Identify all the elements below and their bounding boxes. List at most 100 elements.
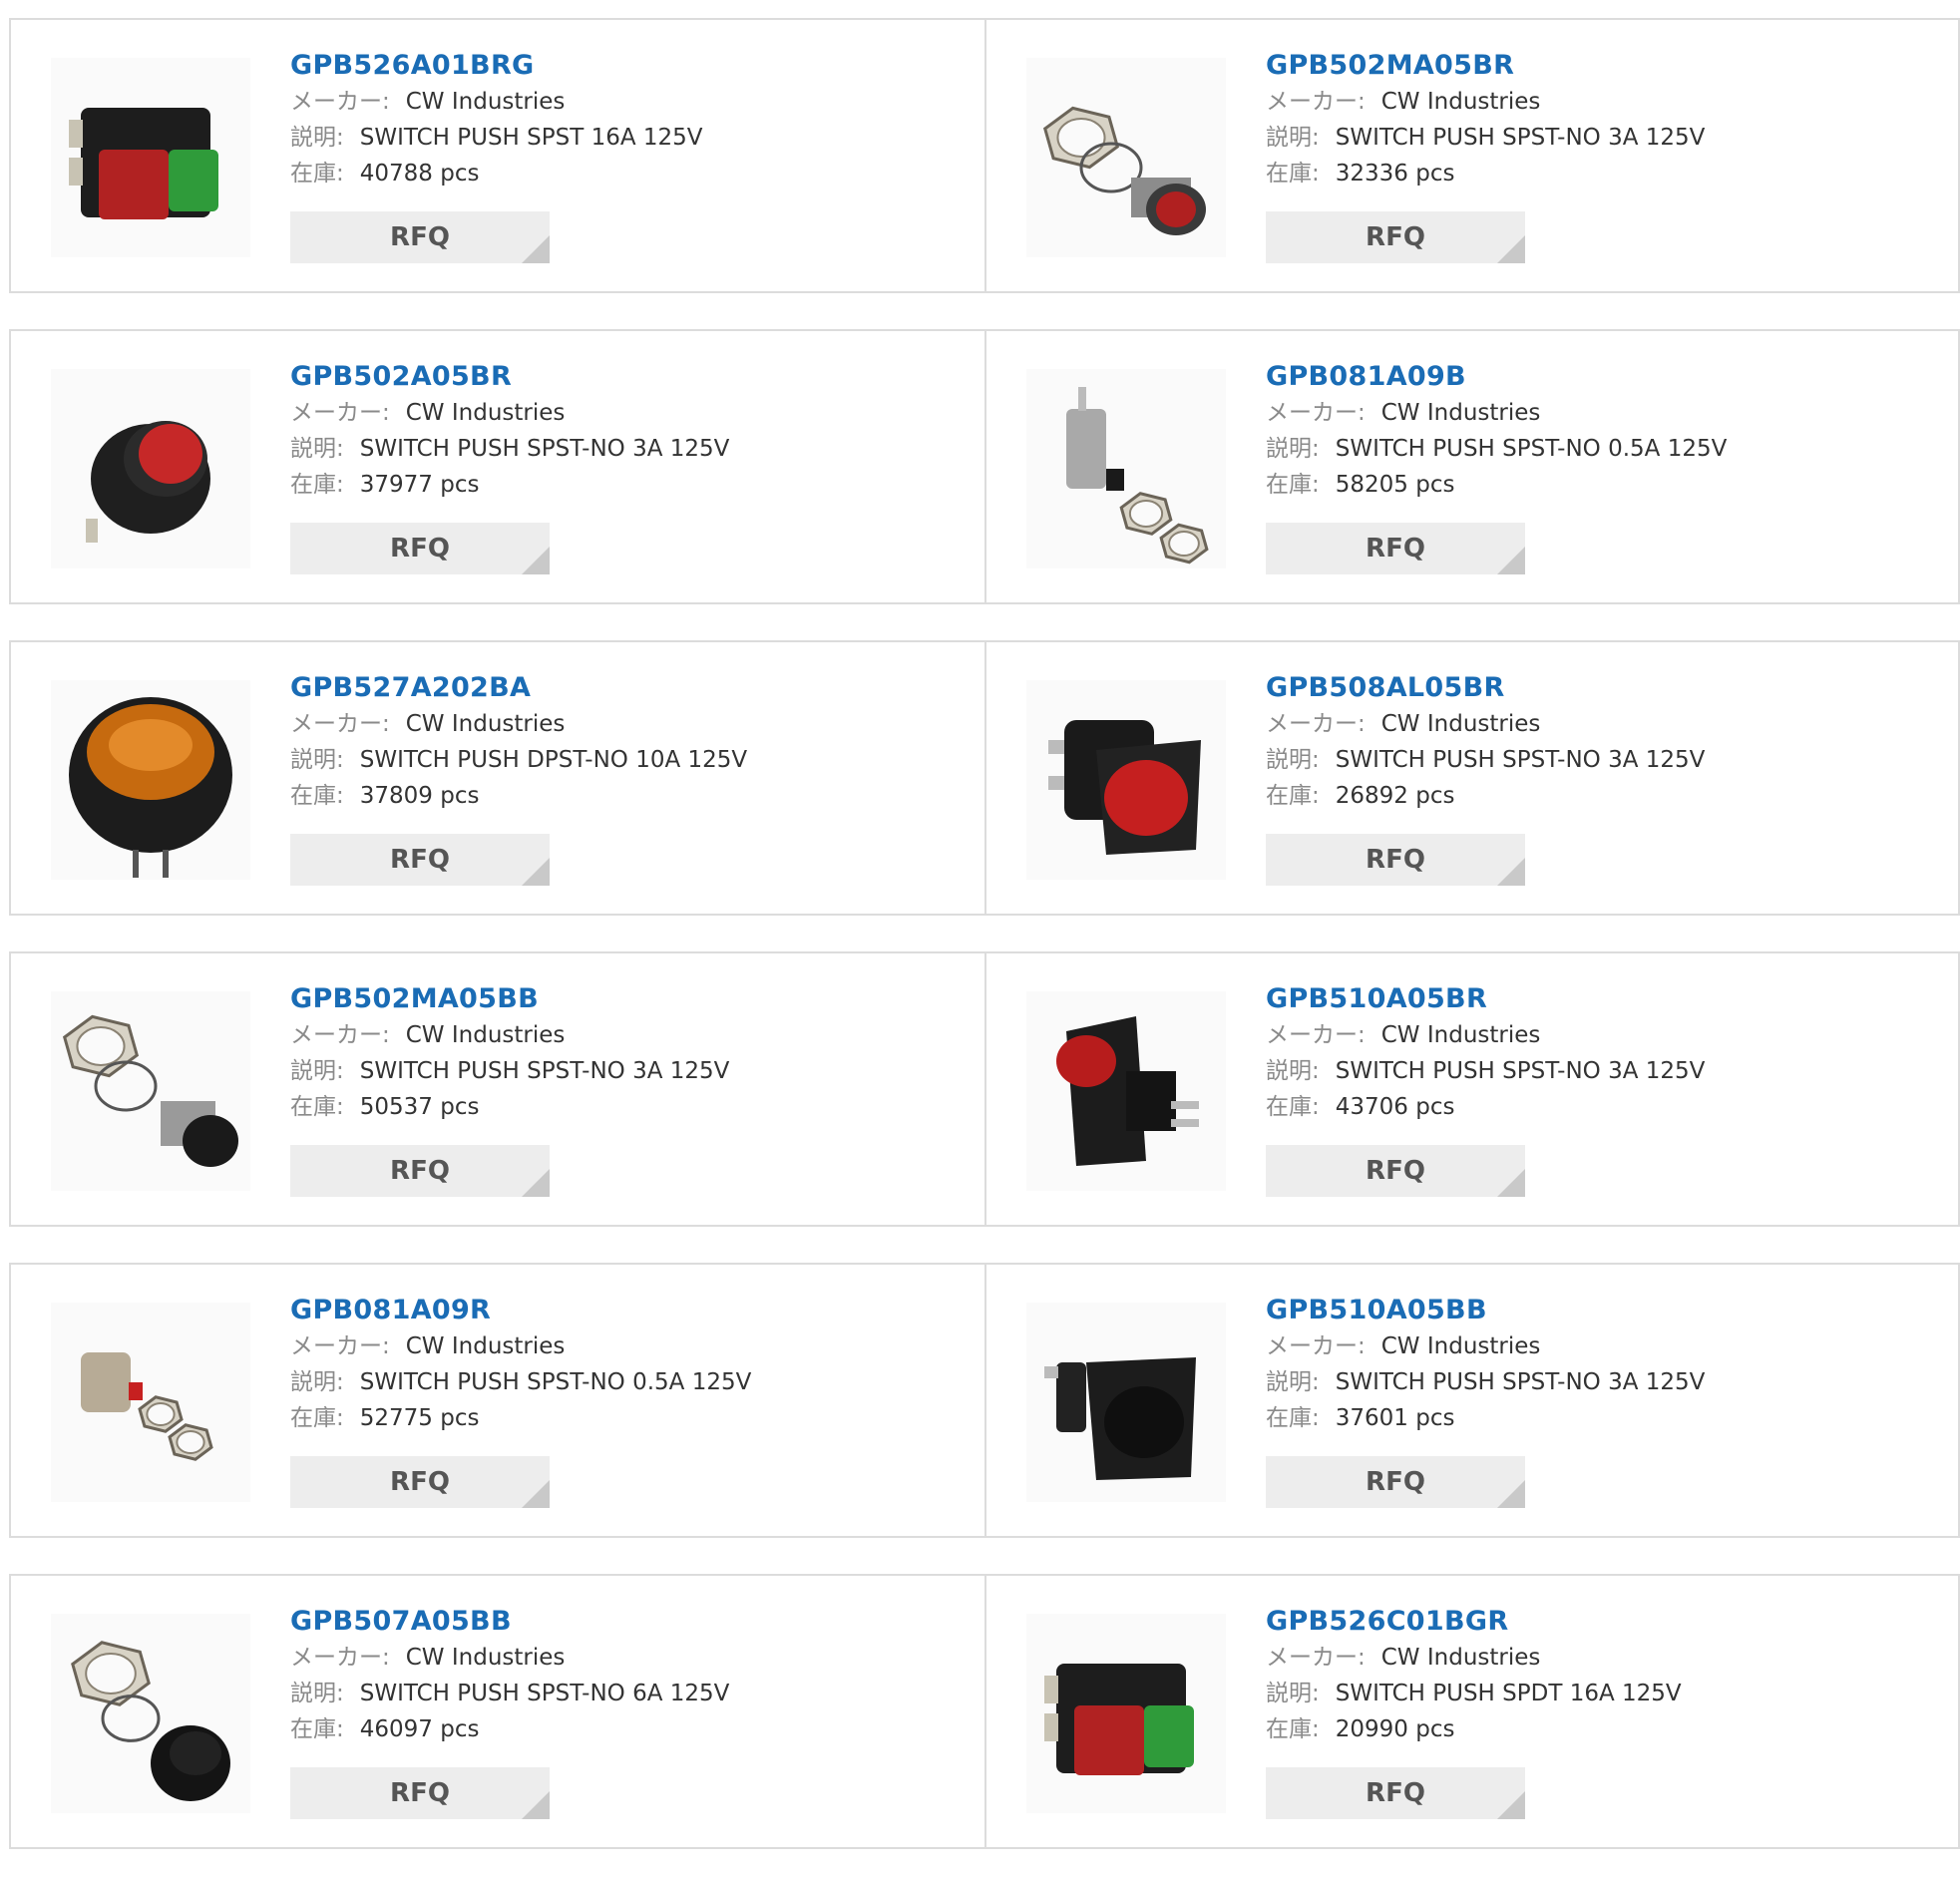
description-value: SWITCH PUSH SPST-NO 3A 125V: [359, 436, 730, 462]
maker-label: メーカー:: [1266, 89, 1366, 115]
product-image[interactable]: [1026, 369, 1226, 568]
product-image[interactable]: [51, 58, 250, 257]
rfq-button[interactable]: RFQ: [290, 1145, 550, 1197]
product-grid: GPB526A01BRG メーカー: CW Industries 説明: SWITC…: [9, 18, 1960, 1885]
rfq-button[interactable]: RFQ: [1266, 211, 1525, 263]
maker-line: メーカー: CW Industries: [290, 1640, 975, 1676]
description-line: 説明: SWITCH PUSH SPST-NO 3A 125V: [290, 431, 975, 467]
stock-line: 在庫: 40788 pcs: [290, 156, 975, 191]
stock-label: 在庫:: [1266, 472, 1320, 498]
rfq-button[interactable]: RFQ: [1266, 1767, 1525, 1819]
maker-label: メーカー:: [290, 1645, 390, 1671]
description-line: 説明: SWITCH PUSH SPST-NO 0.5A 125V: [1266, 431, 1948, 467]
switch-product-photo: [1044, 1357, 1196, 1480]
product-row: GPB507A05BB メーカー: CW Industries 説明: SWITCH…: [9, 1574, 1960, 1849]
rfq-button[interactable]: RFQ: [290, 1456, 550, 1508]
stock-line: 在庫: 43706 pcs: [1266, 1089, 1948, 1125]
product-image[interactable]: [1026, 680, 1226, 880]
stock-label: 在庫:: [290, 161, 344, 187]
description-label: 説明:: [1266, 1369, 1320, 1395]
part-number-link[interactable]: GPB502MA05BB: [290, 981, 975, 1017]
description-value: SWITCH PUSH SPST-NO 0.5A 125V: [359, 1369, 752, 1395]
part-number-link[interactable]: GPB081A09R: [290, 1293, 975, 1328]
product-image[interactable]: [51, 369, 250, 568]
rfq-corner-decoration: [522, 858, 550, 886]
description-line: 説明: SWITCH PUSH SPST-NO 3A 125V: [290, 1053, 975, 1089]
part-number-link[interactable]: GPB502A05BR: [290, 359, 975, 395]
rfq-corner-decoration: [522, 235, 550, 263]
rfq-label: RFQ: [1366, 1156, 1425, 1186]
rfq-button[interactable]: RFQ: [290, 211, 550, 263]
product-image[interactable]: [51, 680, 250, 880]
product-card: GPB081A09B メーカー: CW Industries 説明: SWITCH …: [984, 331, 1958, 602]
rfq-label: RFQ: [1366, 534, 1425, 564]
rfq-button[interactable]: RFQ: [290, 523, 550, 574]
rfq-corner-decoration: [1497, 1791, 1525, 1819]
maker-line: メーカー: CW Industries: [290, 1328, 975, 1364]
switch-product-photo: [69, 697, 232, 878]
part-number-link[interactable]: GPB526A01BRG: [290, 48, 975, 84]
part-number-link[interactable]: GPB081A09B: [1266, 359, 1948, 395]
description-label: 説明:: [1266, 436, 1320, 462]
description-line: 説明: SWITCH PUSH DPST-NO 10A 125V: [290, 742, 975, 778]
product-card: GPB508AL05BR メーカー: CW Industries 説明: SWITC…: [984, 642, 1958, 914]
stock-value: 20990 pcs: [1335, 1716, 1455, 1742]
stock-value: 37977 pcs: [359, 472, 480, 498]
rfq-label: RFQ: [1366, 845, 1425, 875]
description-label: 説明:: [290, 436, 344, 462]
rfq-corner-decoration: [1497, 235, 1525, 263]
rfq-label: RFQ: [1366, 222, 1425, 252]
rfq-button[interactable]: RFQ: [1266, 1145, 1525, 1197]
part-number-link[interactable]: GPB510A05BB: [1266, 1293, 1948, 1328]
part-number-link[interactable]: GPB502MA05BR: [1266, 48, 1948, 84]
rfq-button[interactable]: RFQ: [1266, 1456, 1525, 1508]
stock-label: 在庫:: [1266, 783, 1320, 809]
description-label: 説明:: [1266, 1681, 1320, 1706]
product-image[interactable]: [1026, 1614, 1226, 1813]
part-number-link[interactable]: GPB527A202BA: [290, 670, 975, 706]
description-value: SWITCH PUSH SPST-NO 0.5A 125V: [1335, 436, 1728, 462]
product-image[interactable]: [1026, 1303, 1226, 1502]
description-line: 説明: SWITCH PUSH SPST-NO 6A 125V: [290, 1676, 975, 1711]
maker-line: メーカー: CW Industries: [1266, 1328, 1948, 1364]
product-image[interactable]: [51, 1614, 250, 1813]
stock-line: 在庫: 37809 pcs: [290, 778, 975, 814]
stock-label: 在庫:: [1266, 1716, 1320, 1742]
description-label: 説明:: [290, 1058, 344, 1084]
stock-line: 在庫: 37601 pcs: [1266, 1400, 1948, 1436]
description-value: SWITCH PUSH SPDT 16A 125V: [1335, 1681, 1682, 1706]
product-row: GPB081A09R メーカー: CW Industries 説明: SWITCH …: [9, 1263, 1960, 1538]
maker-value: CW Industries: [405, 1333, 566, 1359]
stock-value: 46097 pcs: [359, 1716, 480, 1742]
stock-value: 26892 pcs: [1335, 783, 1455, 809]
maker-label: メーカー:: [290, 89, 390, 115]
stock-line: 在庫: 50537 pcs: [290, 1089, 975, 1125]
maker-label: メーカー:: [290, 1022, 390, 1048]
product-row: GPB502A05BR メーカー: CW Industries 説明: SWITCH…: [9, 329, 1960, 604]
rfq-button[interactable]: RFQ: [290, 834, 550, 886]
part-number-link[interactable]: GPB510A05BR: [1266, 981, 1948, 1017]
description-label: 説明:: [290, 125, 344, 151]
product-image[interactable]: [51, 1303, 250, 1502]
part-number-link[interactable]: GPB507A05BB: [290, 1604, 975, 1640]
description-line: 説明: SWITCH PUSH SPST 16A 125V: [290, 120, 975, 156]
product-image[interactable]: [1026, 58, 1226, 257]
product-image[interactable]: [1026, 991, 1226, 1191]
rfq-button[interactable]: RFQ: [1266, 834, 1525, 886]
part-number-link[interactable]: GPB526C01BGR: [1266, 1604, 1948, 1640]
stock-value: 43706 pcs: [1335, 1094, 1455, 1120]
switch-product-photo: [1066, 387, 1209, 565]
switch-product-photo: [86, 421, 210, 543]
rfq-button[interactable]: RFQ: [290, 1767, 550, 1819]
rfq-corner-decoration: [522, 1791, 550, 1819]
rfq-label: RFQ: [390, 534, 450, 564]
product-image[interactable]: [51, 991, 250, 1191]
maker-line: メーカー: CW Industries: [1266, 84, 1948, 120]
product-card: GPB510A05BR メーカー: CW Industries 説明: SWITCH…: [984, 953, 1958, 1225]
stock-label: 在庫:: [1266, 1405, 1320, 1431]
rfq-button[interactable]: RFQ: [1266, 523, 1525, 574]
product-card: GPB526C01BGR メーカー: CW Industries 説明: SWITC…: [984, 1576, 1958, 1847]
part-number-link[interactable]: GPB508AL05BR: [1266, 670, 1948, 706]
rfq-corner-decoration: [522, 1169, 550, 1197]
product-row: GPB502MA05BB メーカー: CW Industries 説明: SWITC…: [9, 951, 1960, 1227]
